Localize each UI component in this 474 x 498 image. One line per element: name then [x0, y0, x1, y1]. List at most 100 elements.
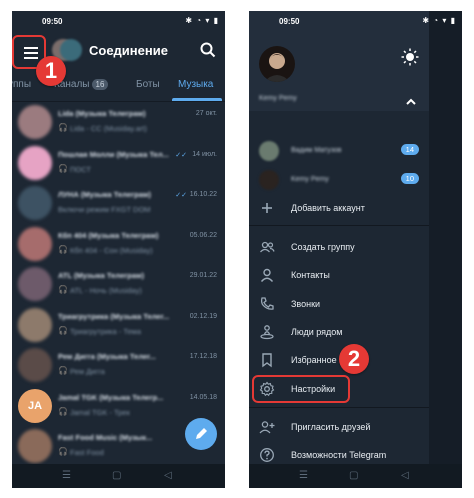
- tab-groups[interactable]: уппы: [12, 79, 31, 90]
- pencil-icon: [196, 428, 207, 439]
- read-checks-icon: ✓✓: [175, 192, 187, 199]
- chat-name: Рем Дигга (Музыка Телег...: [58, 352, 156, 361]
- header-title: Соединение: [89, 43, 168, 58]
- status-bar: 09:50 ✱ ◔ ▾ ▮: [249, 11, 462, 31]
- people-nearby-item[interactable]: Люди рядом: [249, 318, 429, 346]
- group-icon: [259, 239, 275, 255]
- chat-avatar: JA: [18, 388, 52, 423]
- search-icon[interactable]: [199, 41, 217, 59]
- system-nav-bar: ☰ ▢ ◁: [12, 464, 225, 488]
- chevron-up-icon[interactable]: [405, 94, 417, 105]
- headphones-icon: 🎧: [58, 123, 68, 132]
- recent-apps-icon[interactable]: ☰: [299, 470, 308, 481]
- dimmed-chat-list: [429, 11, 462, 488]
- chat-avatar: [18, 105, 52, 139]
- chat-row[interactable]: ЛУНА (Музыка Телеграм) Включи режим FXGT …: [12, 183, 225, 223]
- location-person-icon: [259, 324, 275, 340]
- chat-row[interactable]: Lida (Музыка Телеграм) 🎧 Lida - CC (Musida…: [12, 102, 225, 142]
- chat-name: Jamal TGK (Музыка Телегр...: [58, 392, 164, 402]
- invite-friends-item[interactable]: Пригласить друзей: [249, 413, 429, 441]
- system-nav-bar: ☰ ▢ ◁: [249, 464, 462, 488]
- step-badge-2: 2: [339, 344, 369, 374]
- chat-date: 05.06.22: [189, 231, 217, 239]
- chat-preview: Включи режим FXGT DOM: [58, 205, 151, 214]
- chat-name: Lida (Музыка Телеграм): [58, 109, 146, 118]
- theme-toggle-icon[interactable]: [401, 48, 419, 66]
- active-tab-indicator: [172, 98, 222, 101]
- home-icon[interactable]: ▢: [349, 470, 358, 481]
- chat-list-screen: 09:50 ✱ ◔ ▾ ▮ Соединение уппы Каналы16 Б…: [12, 11, 225, 488]
- back-icon[interactable]: ◁: [164, 470, 172, 481]
- chat-preview: Fast Food: [70, 448, 104, 457]
- profile-name: Kemy Pemy: [259, 95, 297, 102]
- tab-music[interactable]: Музыка: [178, 79, 213, 90]
- people-nearby-label: Люди рядом: [291, 327, 343, 337]
- compose-button[interactable]: [185, 418, 217, 450]
- tab-channels-count: 16: [91, 79, 109, 90]
- headphones-icon: 🎧: [58, 406, 68, 416]
- add-account-label: Добавить аккаунт: [291, 203, 365, 213]
- chat-preview: Триагрутрика - Тема: [70, 326, 142, 336]
- chat-row[interactable]: Кбп 404 (Музыка Телеграм) 🎧 Кбп 404 - Сон …: [12, 224, 225, 264]
- chat-avatar: [18, 267, 52, 301]
- add-person-icon: [259, 419, 275, 435]
- drawer-screen: Kemy Pemy Вадим Матузов 14 Kemy Pemy 10 Доб…: [249, 11, 462, 488]
- account-item[interactable]: Вадим Матузов 14: [249, 138, 429, 164]
- saved-messages-label: Избранное: [291, 355, 337, 365]
- read-checks-icon: ✓✓: [175, 151, 187, 159]
- headphones-icon: 🎧: [58, 366, 68, 375]
- drawer-divider: [249, 407, 429, 408]
- home-icon[interactable]: ▢: [112, 470, 121, 481]
- headphones-icon: 🎧: [58, 163, 68, 173]
- chat-name: Пошлая Молли (Музыка Тел...: [58, 149, 169, 159]
- chat-row[interactable]: ATL (Музыка Телеграм) 🎧 ATL - Ночь (Musida…: [12, 264, 225, 304]
- headphones-icon: 🎧: [58, 325, 68, 335]
- invite-friends-label: Пригласить друзей: [291, 422, 371, 432]
- headphones-icon: 🎧: [58, 285, 68, 294]
- new-group-item[interactable]: Создать группу: [249, 233, 429, 261]
- chat-date: 29.01.22: [189, 272, 217, 279]
- account-avatar: [259, 170, 279, 190]
- chat-name: ATL (Музыка Телеграм): [58, 271, 145, 280]
- chat-avatar: [18, 429, 52, 463]
- chat-preview: Jamal TGK - Трек: [70, 407, 130, 417]
- back-icon[interactable]: ◁: [401, 470, 409, 481]
- headphones-icon: 🎧: [58, 447, 68, 456]
- phone-icon: [259, 296, 275, 312]
- step-badge-1: 1: [36, 56, 66, 86]
- chat-avatar: [18, 348, 52, 382]
- calls-label: Звонки: [291, 299, 321, 309]
- chat-name: Кбп 404 (Музыка Телеграм): [58, 230, 159, 240]
- chat-name: ЛУНА (Музыка Телеграм): [58, 190, 151, 199]
- status-icons: ✱ ◔ ▾ ▮: [185, 16, 219, 25]
- unread-badge: 14: [400, 144, 419, 155]
- chat-row[interactable]: Триагрутрика (Музыка Телег... 🎧 Триагрутри…: [12, 305, 225, 345]
- chat-row[interactable]: Пошлая Молли (Музыка Тел... 🎧 ПОСТ ✓✓ 14 июл…: [12, 143, 225, 183]
- account-item[interactable]: Kemy Pemy 10: [249, 167, 429, 193]
- person-icon: [259, 267, 275, 283]
- chat-date: 27 окт.: [195, 110, 217, 117]
- chat-avatar: [18, 186, 52, 220]
- account-name: Kemy Pemy: [291, 176, 329, 183]
- chat-date: 16.10.22: [189, 191, 217, 198]
- tab-bots[interactable]: Боты: [136, 79, 160, 90]
- calls-item[interactable]: Звонки: [249, 290, 429, 318]
- chat-row[interactable]: Рем Дигга (Музыка Телег... 🎧 Рем Дигга 17.1…: [12, 345, 225, 385]
- chat-date: 02.12.19: [189, 312, 217, 320]
- bookmark-icon: [259, 352, 275, 368]
- profile-avatar[interactable]: [259, 46, 295, 82]
- chat-preview: ПОСТ: [70, 164, 91, 174]
- account-name: Вадим Матузов: [291, 147, 342, 154]
- chat-avatar: [18, 307, 52, 342]
- telegram-features-label: Возможности Telegram: [291, 450, 387, 460]
- recent-apps-icon[interactable]: ☰: [62, 470, 71, 481]
- chat-name: Fast Food Music (Музык...: [58, 433, 153, 442]
- chat-date: 14 июл.: [192, 150, 217, 158]
- add-account-item[interactable]: Добавить аккаунт: [249, 194, 429, 222]
- chat-avatar: [18, 145, 52, 180]
- status-bar: 09:50 ✱ ◔ ▾ ▮: [12, 11, 225, 31]
- chat-preview: Lida - CC (Musiday.art): [70, 124, 147, 133]
- contacts-item[interactable]: Контакты: [249, 261, 429, 289]
- chat-preview: ATL - Ночь (Musiday): [70, 286, 142, 295]
- chat-date: 17.12.18: [189, 353, 217, 360]
